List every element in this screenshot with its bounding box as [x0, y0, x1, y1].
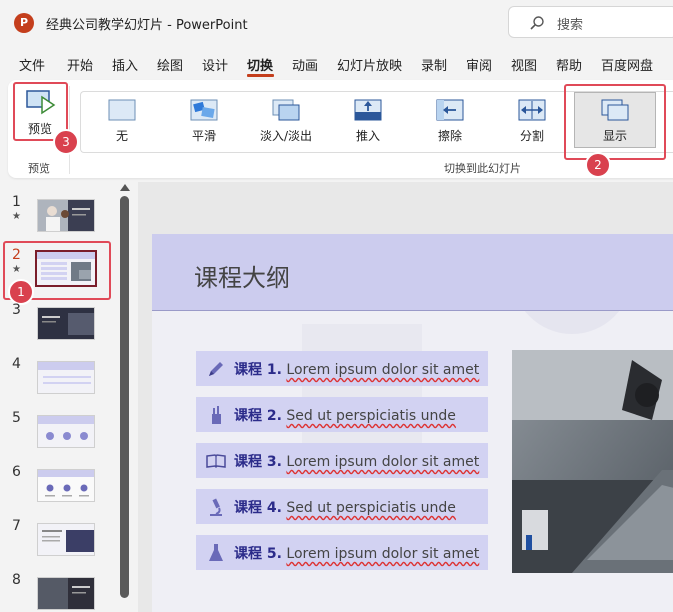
pencil-icon [209, 362, 223, 376]
search-box[interactable]: 搜索 [508, 6, 673, 38]
course-label: 课程 1. [234, 362, 282, 378]
course-item-5[interactable]: 课程 5. Lorem ipsum dolor sit amet [196, 535, 488, 570]
slide-number: 1 [12, 194, 21, 210]
morph-transition-icon [190, 99, 218, 121]
tab-record[interactable]: 录制 [421, 55, 447, 74]
course-item-1[interactable]: 课程 1. Lorem ipsum dolor sit amet [196, 351, 488, 386]
title-bar: P 经典公司教学幻灯片 - PowerPoint 搜索 [0, 0, 673, 46]
course-text: Sed ut perspiciatis unde [286, 408, 456, 424]
transition-label: 擦除 [437, 129, 462, 143]
transition-morph-button[interactable]: 平滑 [167, 96, 241, 148]
split-transition-icon [518, 99, 546, 121]
pencil-cup-icon [212, 406, 221, 424]
tab-home[interactable]: 开始 [67, 55, 93, 74]
course-label: 课程 2. [234, 408, 282, 424]
tab-design[interactable]: 设计 [202, 55, 228, 74]
transition-label: 平滑 [191, 129, 216, 143]
transition-label: 无 [115, 129, 128, 143]
course-item-3[interactable]: 课程 3. Lorem ipsum dolor sit amet [196, 443, 488, 478]
flask-icon [209, 544, 223, 561]
push-transition-icon [354, 99, 382, 121]
open-book-icon [206, 454, 226, 469]
animation-star-icon: ★ [12, 211, 21, 222]
tab-slideshow[interactable]: 幻灯片放映 [337, 55, 402, 74]
annotation-badge-2: 2 [585, 152, 611, 178]
slide-thumbnail-6[interactable] [37, 469, 95, 502]
tab-help[interactable]: 帮助 [556, 55, 582, 74]
annotation-box-reveal [564, 84, 666, 160]
slide-title[interactable]: 课程大纲 [194, 258, 290, 293]
search-placeholder: 搜索 [557, 18, 584, 33]
ribbon-tabs: 文件 开始 插入 绘图 设计 切换 动画 幻灯片放映 录制 审阅 视图 帮助 百… [0, 50, 673, 76]
transition-split-button[interactable]: 分割 [495, 96, 569, 148]
fade-transition-icon [272, 99, 300, 121]
slide-number: 6 [12, 464, 21, 480]
wipe-transition-icon [436, 99, 464, 121]
transition-wipe-button[interactable]: 擦除 [413, 96, 487, 148]
slide-number: 4 [12, 356, 21, 372]
slide-photo-laptop[interactable] [512, 350, 673, 573]
microscope-icon [210, 498, 222, 516]
transition-fade-button[interactable]: 淡入/淡出 [249, 96, 323, 148]
current-slide[interactable]: 课程大纲 课程 1. Lorem ipsum dolor sit amet 课程… [152, 234, 673, 612]
window-title: 经典公司教学幻灯片 - PowerPoint [46, 18, 248, 33]
tab-transitions[interactable]: 切换 [247, 55, 273, 74]
group-label-preview: 预览 [28, 162, 50, 175]
scroll-up-arrow-icon[interactable] [120, 184, 130, 191]
annotation-badge-3: 3 [53, 129, 79, 155]
slide-thumbnail-3[interactable] [37, 307, 95, 340]
slide-thumbnail-7[interactable] [37, 523, 95, 556]
tab-baidu-netdisk[interactable]: 百度网盘 [601, 55, 653, 74]
slide-header-band: 课程大纲 [152, 234, 673, 311]
transition-label: 分割 [519, 129, 544, 143]
thumbnail-scrollbar[interactable] [120, 196, 129, 598]
course-text: Lorem ipsum dolor sit amet [286, 546, 480, 562]
course-label: 课程 5. [234, 546, 282, 562]
course-text: Lorem ipsum dolor sit amet [286, 362, 480, 378]
course-label: 课程 3. [234, 454, 282, 470]
course-text: Sed ut perspiciatis unde [286, 500, 456, 516]
slide-thumbnail-8[interactable] [37, 577, 95, 610]
course-text: Lorem ipsum dolor sit amet [286, 454, 480, 470]
slide-thumbnail-5[interactable] [37, 415, 95, 448]
tab-insert[interactable]: 插入 [112, 55, 138, 74]
search-icon [530, 16, 544, 30]
slide-number: 8 [12, 572, 21, 588]
course-item-4[interactable]: 课程 4. Sed ut perspiciatis unde [196, 489, 488, 524]
powerpoint-logo-icon: P [14, 13, 34, 33]
tab-animations[interactable]: 动画 [292, 55, 318, 74]
transition-label: 淡入/淡出 [259, 129, 313, 143]
slide-number: 3 [12, 302, 21, 318]
animation-star-icon: ★ [12, 264, 21, 275]
transition-label: 推入 [355, 129, 380, 143]
slide-thumbnail-1[interactable] [37, 199, 95, 232]
active-tab-indicator [247, 74, 274, 77]
tab-view[interactable]: 视图 [511, 55, 537, 74]
transition-push-button[interactable]: 推入 [331, 96, 405, 148]
tab-file[interactable]: 文件 [19, 55, 45, 74]
slide-thumbnail-2[interactable] [35, 250, 97, 287]
none-transition-icon [108, 99, 136, 121]
slide-number: 2 [12, 247, 21, 263]
course-label: 课程 4. [234, 500, 282, 516]
group-label-transitions: 切换到此幻灯片 [444, 162, 521, 175]
course-item-2[interactable]: 课程 2. Sed ut perspiciatis unde [196, 397, 488, 432]
slide-number: 5 [12, 410, 21, 426]
tab-draw[interactable]: 绘图 [157, 55, 183, 74]
slide-number: 7 [12, 518, 21, 534]
tab-review[interactable]: 审阅 [466, 55, 492, 74]
slide-thumbnail-4[interactable] [37, 361, 95, 394]
transition-none-button[interactable]: 无 [85, 96, 159, 148]
